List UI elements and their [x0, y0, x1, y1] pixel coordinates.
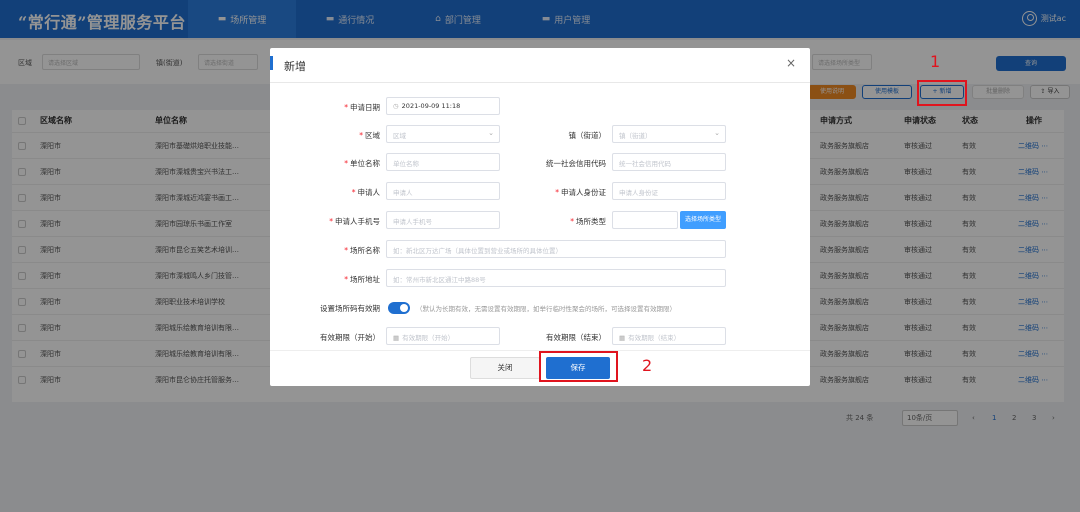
region-select[interactable]: 区域 ⌄ — [386, 125, 500, 143]
start-date-input[interactable]: ▦ 有效期限（开始） — [386, 327, 500, 345]
required-mark: * — [555, 188, 559, 197]
calendar-icon: ▦ — [393, 334, 400, 342]
town-label: 镇（街道） — [506, 130, 607, 141]
required-mark: * — [359, 131, 363, 140]
id-card-label-text: 申请人身份证 — [561, 188, 606, 197]
credit-code-placeholder: 统一社会信用代码 — [619, 160, 671, 168]
venue-address-label-text: 场所地址 — [350, 275, 380, 284]
start-date-placeholder: 有效期限（开始） — [402, 334, 455, 342]
unit-name-placeholder: 单位名称 — [393, 160, 419, 168]
clock-icon: ◷ — [393, 102, 399, 110]
annotation-box-add — [917, 80, 967, 106]
required-mark: * — [570, 217, 574, 226]
end-date-input[interactable]: ▦ 有效期限（结束） — [612, 327, 726, 345]
unit-name-input[interactable]: 单位名称 — [386, 153, 500, 171]
phone-label-text: 申请人手机号 — [335, 217, 380, 226]
required-mark: * — [329, 217, 333, 226]
unit-name-label: * 单位名称 — [290, 158, 380, 169]
select-venue-type-button[interactable]: 选择场所类型 — [680, 211, 726, 229]
required-mark: * — [344, 275, 348, 284]
id-card-label: * 申请人身份证 — [506, 187, 606, 198]
venue-address-placeholder: 如：常州市新北区通江中路88号 — [393, 276, 486, 284]
region-label: * 区域 — [290, 130, 380, 141]
validity-hint: （默认为长期有效，无需设置有效期限，如举行临时性聚会的场所，可选择设置有效期限） — [416, 305, 676, 313]
apply-date-label-text: 申请日期 — [350, 103, 380, 112]
chevron-down-icon: ⌄ — [488, 129, 494, 137]
unit-name-label-text: 单位名称 — [350, 159, 380, 168]
apply-date-value: 2021-09-09 11:18 — [401, 102, 461, 110]
venue-type-label-text: 场所类型 — [576, 217, 606, 226]
annotation-box-save — [539, 351, 618, 382]
end-date-placeholder: 有效期限（结束） — [628, 334, 681, 342]
credit-code-label: 统一社会信用代码 — [506, 158, 606, 169]
venue-name-input[interactable]: 如：新北区万达广场（具体位置到营业或场所的具体位置） — [386, 240, 726, 258]
venue-address-label: * 场所地址 — [290, 274, 380, 285]
phone-label: * 申请人手机号 — [290, 216, 380, 227]
annotation-number-1: 1 — [930, 52, 941, 71]
required-mark: * — [351, 188, 356, 197]
town-placeholder: 镇（街道） — [619, 132, 652, 140]
calendar-icon: ▦ — [619, 334, 626, 342]
apply-date-label: * 申请日期 — [290, 102, 380, 113]
id-card-input[interactable]: 申请人身份证 — [612, 182, 726, 200]
required-mark: * — [344, 159, 348, 168]
add-dialog: 新增 × * 申请日期 ◷ 2021-09-09 11:18 * 区域 区域 ⌄ 镇（街… — [270, 48, 810, 386]
venue-name-label-text: 场所名称 — [350, 246, 380, 255]
venue-address-input[interactable]: 如：常州市新北区通江中路88号 — [386, 269, 726, 287]
applicant-input[interactable]: 申请人 — [386, 182, 500, 200]
town-label-text: 镇（街道） — [568, 131, 607, 140]
annotation-number-2: 2 — [642, 356, 653, 375]
start-date-label: 有效期限（开始） — [320, 333, 380, 342]
end-date-label: 有效期限（结束） — [546, 333, 606, 342]
title-divider — [270, 82, 810, 83]
applicant-placeholder: 申请人 — [393, 189, 413, 197]
phone-placeholder: 申请人手机号 — [393, 218, 432, 226]
venue-name-placeholder: 如：新北区万达广场（具体位置到营业或场所的具体位置） — [393, 247, 562, 255]
validity-toggle-label: 设置场所码有效期 — [320, 304, 380, 313]
venue-type-input[interactable] — [612, 211, 678, 229]
venue-type-label: * 场所类型 — [506, 216, 606, 227]
town-select[interactable]: 镇（街道） ⌄ — [612, 125, 726, 143]
credit-code-label-text: 统一社会信用代码 — [546, 159, 606, 168]
apply-date-input[interactable]: ◷ 2021-09-09 11:18 — [386, 97, 500, 115]
validity-toggle[interactable] — [388, 302, 410, 314]
id-card-placeholder: 申请人身份证 — [619, 189, 658, 197]
close-button[interactable]: 关闭 — [470, 357, 540, 379]
required-mark: * — [344, 246, 348, 255]
chevron-down-icon: ⌄ — [714, 129, 720, 137]
venue-name-label: * 场所名称 — [290, 245, 380, 256]
applicant-label: * 申请人 — [290, 187, 380, 198]
close-icon[interactable]: × — [786, 56, 796, 70]
dialog-title: 新增 — [284, 60, 306, 73]
phone-input[interactable]: 申请人手机号 — [386, 211, 500, 229]
region-label-text: 区域 — [365, 131, 380, 140]
credit-code-input[interactable]: 统一社会信用代码 — [612, 153, 726, 171]
required-mark: * — [344, 103, 348, 112]
region-placeholder: 区域 — [393, 132, 406, 140]
applicant-label-text: 申请人 — [357, 188, 381, 197]
title-accent-bar — [270, 56, 273, 70]
